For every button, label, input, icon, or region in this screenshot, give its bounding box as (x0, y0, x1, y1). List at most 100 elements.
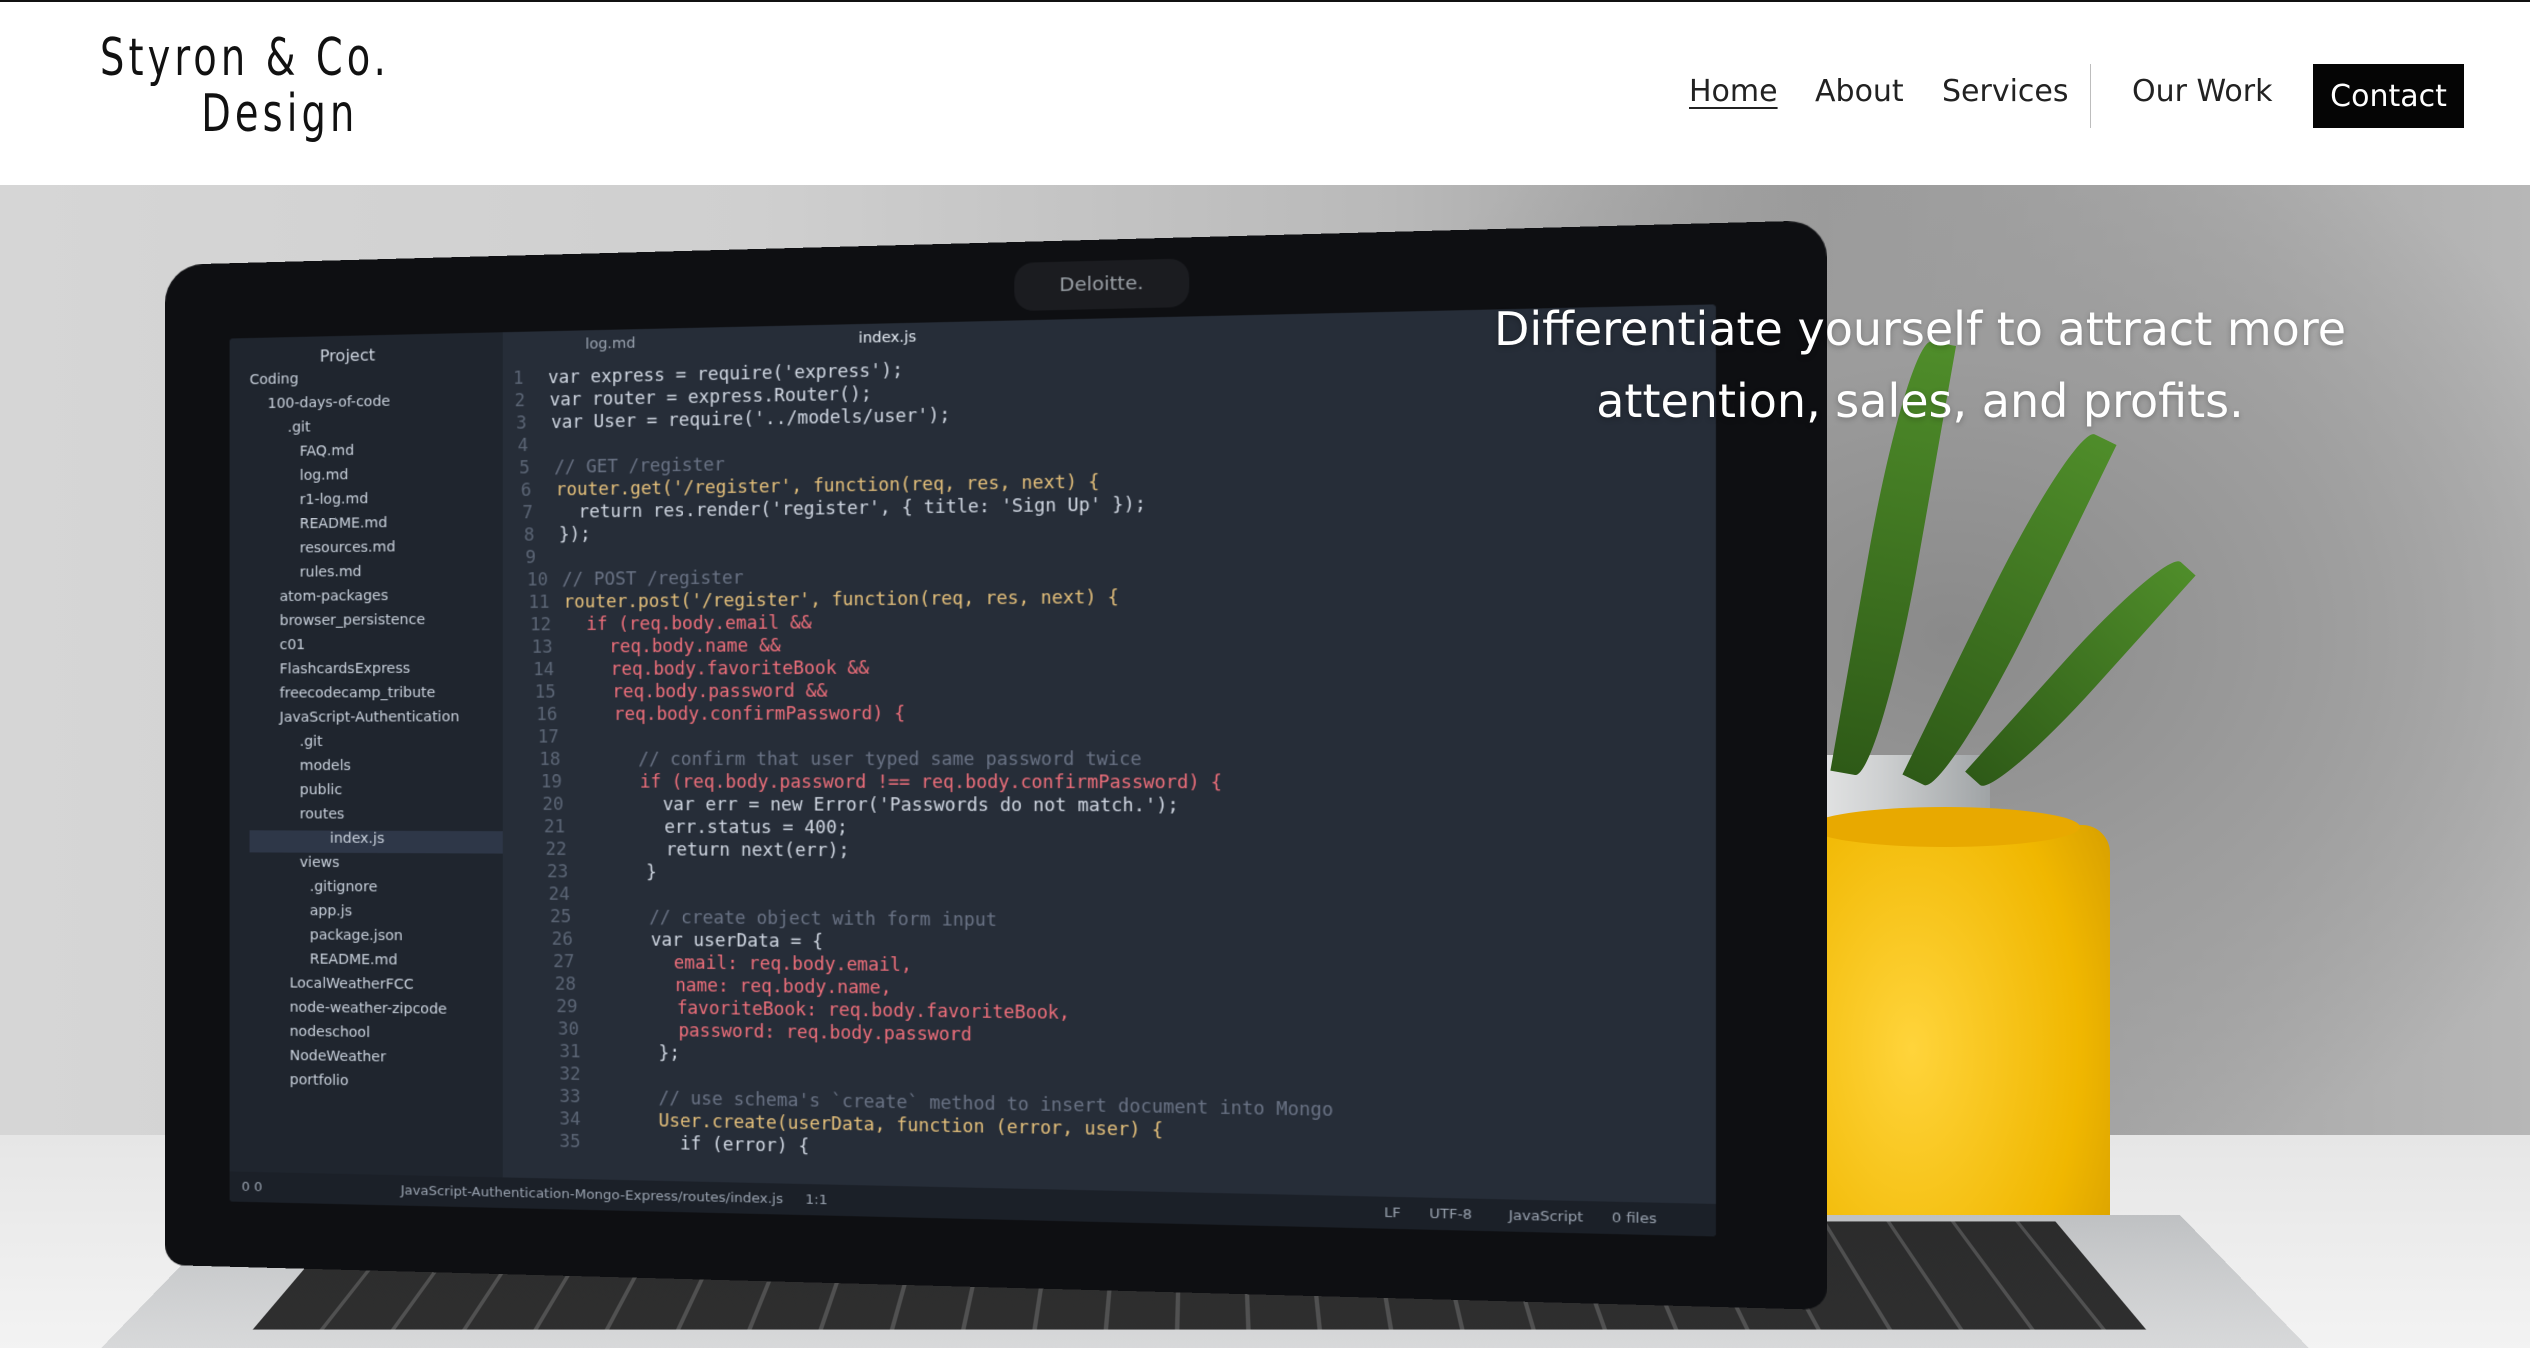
code-text: if (req.body.password !== req.body.confi… (575, 772, 1223, 794)
code-text: if (error) { (594, 1132, 810, 1158)
line-number: 25 (550, 906, 572, 928)
tree-item: public (299, 782, 343, 799)
code-text: req.body.confirmPassword) { (571, 703, 906, 726)
hero-image: Deloitte. Project Coding 100-days-of-cod… (0, 185, 2530, 1348)
line-number: 33 (559, 1086, 581, 1108)
line-number: 10 (526, 570, 549, 591)
line-number: 14 (533, 659, 555, 681)
code-text: password: req.body.password (593, 1019, 972, 1046)
status-language: JavaScript (1508, 1207, 1584, 1226)
nav-our-work-link[interactable]: Our Work (2132, 74, 2272, 109)
code-line: 23 } (547, 862, 657, 885)
code-line: 19 if (req.body.password !== req.body.co… (541, 772, 1222, 796)
tree-item: FlashcardsExpress (279, 660, 411, 678)
editor-tab: log.md (585, 335, 636, 353)
status-counts: 0 0 (241, 1179, 263, 1196)
code-line: 16 req.body.confirmPassword) { (536, 704, 905, 728)
laptop-screen: Project Coding 100-days-of-code .git FAQ… (229, 304, 1716, 1237)
line-number: 8 (523, 525, 535, 546)
tree-item: models (299, 757, 351, 775)
code-line: 26 var userData = { (552, 929, 823, 954)
code-line: 13 req.body.name && (532, 636, 781, 660)
line-number: 18 (539, 749, 561, 771)
code-editor: log.md index.js 1 var express = require('… (502, 304, 1716, 1237)
hero-tagline: Differentiate yourself to attract more a… (1480, 293, 2360, 437)
code-text: // GET /register (554, 454, 725, 479)
code-line: 17 (538, 727, 573, 750)
code-text: } (582, 862, 657, 884)
line-number: 9 (525, 547, 536, 569)
line-number: 27 (553, 951, 575, 973)
tree-item: routes (299, 806, 345, 823)
tree-item: log.md (299, 467, 349, 484)
nav-contact-button[interactable]: Contact (2313, 64, 2464, 128)
line-number: 6 (520, 480, 532, 502)
tree-item: browser_persistence (279, 611, 426, 630)
status-path: JavaScript-Authentication-Mongo-Express/… (400, 1183, 784, 1208)
code-text: // confirm that user typed same password… (574, 749, 1142, 771)
code-text: router.post('/register', function(req, r… (563, 587, 1119, 613)
line-number: 19 (540, 772, 563, 793)
line-number: 26 (551, 929, 573, 950)
line-number: 35 (559, 1131, 581, 1153)
code-line: 4 (518, 435, 553, 458)
tree-item: .gitignore (309, 878, 378, 896)
tree-item: .git (299, 733, 323, 750)
code-line: 12 if (req.body.email && (530, 613, 812, 638)
tree-item: Coding (249, 371, 299, 389)
tree-item: README.md (309, 951, 398, 969)
line-number: 21 (543, 817, 566, 838)
code-text: req.body.name && (566, 635, 781, 658)
sidebar-title: Project (319, 345, 376, 366)
code-text: email: req.body.email, (588, 952, 912, 977)
code-line: 21 err.status = 400; (544, 817, 848, 841)
nav-divider (2090, 64, 2091, 128)
line-number: 3 (516, 413, 527, 434)
code-text: name: req.body.name, (589, 974, 892, 999)
tree-item: JavaScript-Authentication (279, 709, 460, 726)
code-line: 9 (525, 547, 560, 570)
code-line: 24 (549, 884, 584, 907)
status-encoding: UTF-8 (1429, 1206, 1473, 1224)
code-text: if (req.body.email && (565, 612, 812, 636)
tree-item: app.js (309, 903, 353, 920)
tree-item: freecodecamp_tribute (279, 684, 436, 702)
line-number: 20 (542, 794, 564, 816)
line-number: 30 (557, 1019, 580, 1041)
line-number: 12 (530, 614, 552, 636)
tree-item: NodeWeather (289, 1047, 386, 1066)
nav-home-link[interactable]: Home (1689, 74, 1778, 109)
code-line: 32 (559, 1064, 594, 1087)
status-line-ending: LF (1384, 1205, 1401, 1222)
code-line: 15 req.body.password && (535, 681, 828, 705)
code-line: 11 router.post('/register', function(req,… (529, 587, 1119, 615)
line-number: 29 (556, 996, 578, 1018)
line-number: 24 (548, 884, 570, 905)
tree-item: nodeschool (289, 1023, 371, 1042)
nav-about-link[interactable]: About (1815, 74, 1904, 109)
code-line: 18 // confirm that user typed same passw… (539, 749, 1141, 772)
code-text: // create object with form input (585, 907, 997, 932)
code-text: // POST /register (562, 568, 744, 591)
code-line: 35 if (error) { (559, 1132, 809, 1160)
line-number: 28 (554, 974, 576, 995)
main-nav: Home About Services Our Work Contact (0, 64, 2530, 128)
hero-tagline-line-2: attention, sales, and profits. (1596, 374, 2244, 428)
line-number: 13 (531, 637, 553, 658)
line-number: 7 (522, 502, 533, 524)
code-text: req.body.password && (569, 681, 828, 703)
tree-item: 100-days-of-code (267, 393, 391, 413)
code-text: }); (558, 524, 591, 546)
tree-item: README.md (299, 515, 388, 533)
page: Styron & Co. Design Home About Services … (0, 0, 2530, 1348)
code-text: }; (594, 1042, 680, 1065)
code-line: 8}); (524, 525, 591, 548)
code-line: 20 var err = new Error('Passwords do not… (542, 795, 1178, 819)
line-number: 34 (559, 1109, 581, 1131)
tree-item: .git (287, 419, 311, 436)
editor-sidebar: Project Coding 100-days-of-code .git FAQ… (229, 332, 503, 1208)
line-number: 1 (513, 368, 524, 390)
nav-services-link[interactable]: Services (1942, 74, 2069, 109)
line-number: 22 (545, 839, 567, 861)
line-number: 15 (534, 682, 556, 703)
